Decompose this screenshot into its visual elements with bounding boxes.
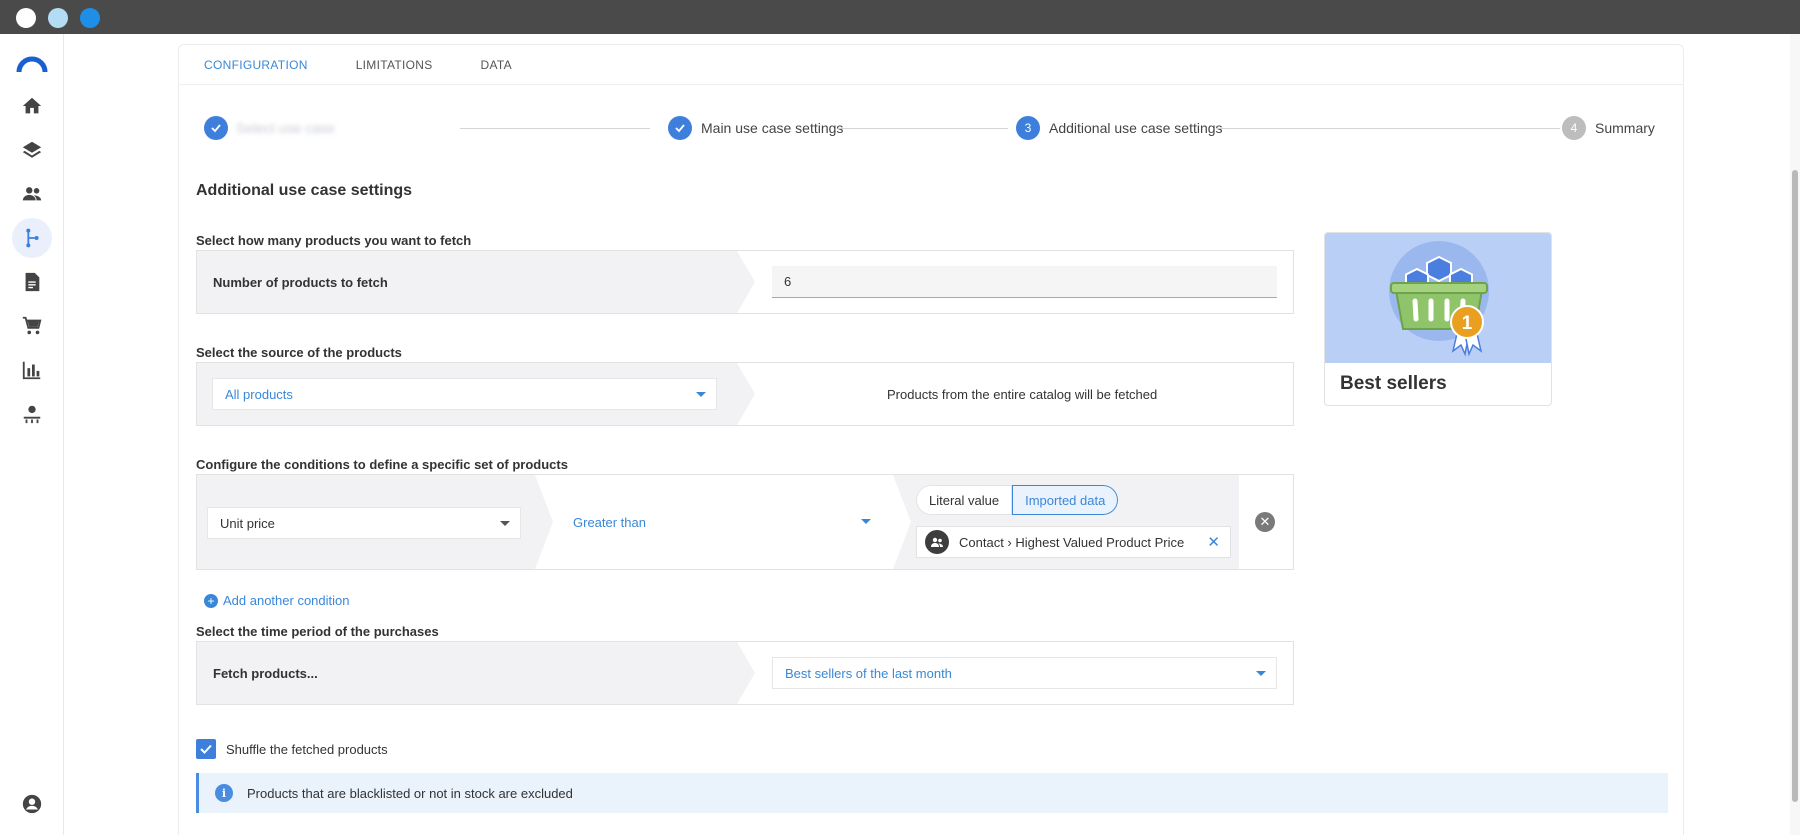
fetch-count-input[interactable]: 6 [772, 266, 1277, 298]
source-group-label: Select the source of the products [196, 345, 402, 360]
step-3-label: Additional use case settings [1049, 120, 1223, 136]
add-condition-button[interactable]: + Add another condition [204, 593, 349, 608]
step-2-label: Main use case settings [701, 120, 844, 136]
step-connector [460, 128, 650, 129]
chevron-down-icon [500, 521, 510, 526]
toggle-literal-value[interactable]: Literal value [916, 485, 1013, 515]
best-sellers-illustration: 1 [1325, 233, 1551, 363]
imported-data-chip[interactable]: Contact › Highest Valued Product Price ✕ [916, 526, 1231, 558]
check-icon [675, 124, 685, 133]
tab-configuration[interactable]: CONFIGURATION [204, 58, 308, 80]
best-sellers-card[interactable]: 1 Best sellers [1324, 232, 1552, 406]
step-connector [1216, 128, 1560, 129]
condition-attribute-select[interactable]: Unit price [207, 507, 521, 539]
app-logo-icon[interactable] [16, 54, 48, 74]
time-period-row: Fetch products... Best sellers of the la… [196, 641, 1294, 705]
tab-divider [178, 84, 1684, 85]
vertical-scrollbar[interactable] [1790, 34, 1800, 835]
document-icon [25, 272, 40, 292]
source-select[interactable]: All products [212, 378, 717, 410]
section-title: Additional use case settings [196, 182, 413, 199]
left-sidebar [0, 34, 64, 835]
account-icon [22, 794, 42, 814]
step-1-circle[interactable] [204, 116, 228, 140]
basket-award-icon: 1 [1389, 241, 1489, 357]
conditions-group-label: Configure the conditions to define a spe… [196, 457, 568, 472]
step-4-label: Summary [1595, 120, 1655, 136]
close-icon[interactable]: ✕ [1207, 533, 1220, 551]
people-icon [22, 187, 42, 201]
info-icon: i [215, 784, 233, 802]
tab-bar: CONFIGURATION LIMITATIONS DATA [204, 58, 560, 80]
sidebar-item-contacts[interactable] [12, 174, 52, 214]
time-period-select[interactable]: Best sellers of the last month [772, 657, 1277, 689]
notice-text: Products that are blacklisted or not in … [247, 785, 573, 801]
condition-row: Unit price Greater than Literal value Im… [196, 474, 1294, 570]
scrollbar-thumb[interactable] [1792, 170, 1798, 802]
tab-limitations[interactable]: LIMITATIONS [356, 58, 433, 80]
shuffle-label: Shuffle the fetched products [226, 741, 388, 757]
bar-chart-icon [22, 361, 41, 380]
fetch-count-row: Number of products to fetch 6 [196, 250, 1294, 314]
stepper: Select use case Main use case settings 3… [204, 116, 1655, 142]
time-period-value: Best sellers of the last month [785, 665, 952, 681]
layers-icon [22, 141, 42, 158]
agent-icon [23, 405, 41, 424]
toggle-imported-data[interactable]: Imported data [1012, 485, 1119, 515]
shuffle-option: Shuffle the fetched products [196, 739, 388, 759]
source-row: All products Products from the entire ca… [196, 362, 1294, 426]
sidebar-item-home[interactable] [12, 86, 52, 126]
flow-branch-icon [26, 228, 39, 248]
add-condition-label: Add another condition [223, 593, 350, 608]
sidebar-item-documents[interactable] [12, 262, 52, 302]
sidebar-item-layers[interactable] [12, 130, 52, 170]
source-description: Products from the entire catalog will be… [887, 387, 1158, 402]
condition-operator-select[interactable]: Greater than [573, 515, 646, 530]
best-sellers-title: Best sellers [1340, 373, 1447, 394]
chip-text: Contact › Highest Valued Product Price [959, 534, 1185, 550]
step-1-label: Select use case [236, 120, 335, 136]
window-close-button[interactable] [16, 8, 36, 28]
fetch-count-label: Number of products to fetch [213, 275, 388, 290]
plus-icon: + [204, 593, 218, 608]
shuffle-checkbox[interactable] [196, 739, 216, 759]
award-badge-number: 1 [1462, 313, 1473, 334]
check-icon [200, 744, 212, 754]
info-notice: i Products that are blacklisted or not i… [196, 773, 1668, 813]
sidebar-item-analytics[interactable] [12, 350, 52, 390]
window-titlebar [0, 0, 1800, 34]
value-type-toggle: Literal value Imported data [916, 485, 1119, 515]
step-4-circle[interactable]: 4 [1562, 116, 1586, 140]
shopping-cart-icon [22, 316, 42, 335]
remove-condition-button[interactable]: ✕ [1255, 512, 1275, 532]
tab-data[interactable]: DATA [481, 58, 512, 80]
contact-icon [925, 530, 949, 554]
sidebar-item-ecommerce[interactable] [12, 306, 52, 346]
source-select-value: All products [225, 386, 293, 402]
check-icon [211, 124, 221, 133]
time-period-label: Fetch products... [213, 666, 318, 681]
sidebar-item-automation[interactable] [12, 218, 52, 258]
fetch-count-group-label: Select how many products you want to fet… [196, 233, 472, 248]
window-minimize-button[interactable] [48, 8, 68, 28]
step-2-circle[interactable] [668, 116, 692, 140]
chevron-down-icon [1256, 671, 1266, 676]
chevron-down-icon [696, 392, 706, 397]
sidebar-item-support[interactable] [12, 394, 52, 434]
home-icon [22, 97, 42, 114]
condition-attribute-value: Unit price [220, 515, 275, 531]
window-maximize-button[interactable] [80, 8, 100, 28]
chevron-down-icon [861, 519, 871, 524]
time-period-group-label: Select the time period of the purchases [196, 624, 439, 639]
step-connector [838, 128, 1008, 129]
step-3-circle[interactable]: 3 [1016, 116, 1040, 140]
main-card [178, 44, 1684, 835]
sidebar-item-account[interactable] [12, 784, 52, 824]
